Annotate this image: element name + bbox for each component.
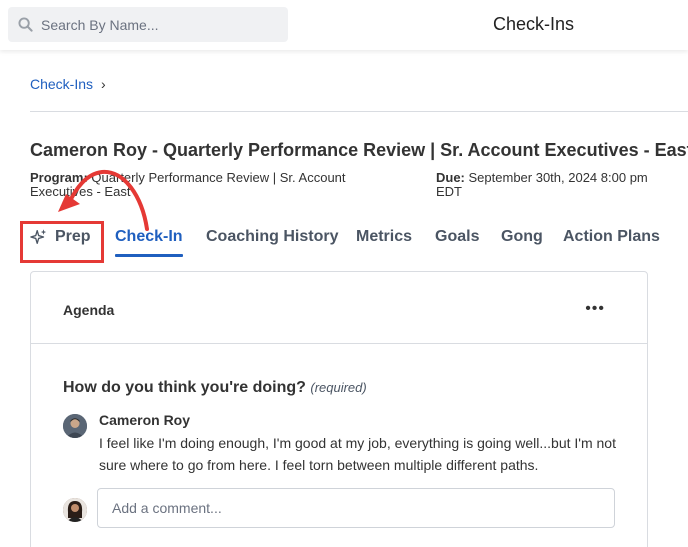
breadcrumb-link-check-ins[interactable]: Check-Ins (30, 76, 93, 92)
program-info: Program: Quarterly Performance Review | … (30, 171, 400, 199)
current-user-avatar (63, 498, 87, 522)
tab-gong[interactable]: Gong (501, 228, 543, 246)
header-divider (30, 111, 688, 112)
agenda-card: Agenda ••• How do you think you're doing… (30, 271, 648, 547)
due-value: September 30th, 2024 8:00 pm EDT (436, 170, 648, 199)
breadcrumb-separator: › (101, 76, 106, 92)
breadcrumb: Check-Ins › (30, 76, 106, 92)
tab-action-plans[interactable]: Action Plans (563, 228, 660, 246)
comment-author: Cameron Roy (99, 412, 191, 428)
comment-text: I feel like I'm doing enough, I'm good a… (99, 435, 616, 473)
annotation-highlight-box (20, 221, 104, 263)
top-bar: Check-Ins (0, 0, 688, 50)
search-input[interactable] (41, 16, 271, 33)
comment-input[interactable] (97, 488, 615, 528)
program-label: Program: (30, 170, 88, 185)
due-label: Due: (436, 170, 465, 185)
avatar-person-icon (63, 498, 87, 522)
avatar-person-icon (63, 414, 87, 438)
search-icon (18, 17, 33, 32)
required-label: (required) (310, 380, 367, 395)
more-options-icon[interactable]: ••• (585, 300, 605, 318)
agenda-question: How do you think you're doing? (required… (63, 379, 367, 397)
agenda-card-header: Agenda ••• (31, 272, 647, 344)
tab-goals[interactable]: Goals (435, 228, 479, 246)
tab-metrics[interactable]: Metrics (356, 228, 412, 246)
tab-coaching-history[interactable]: Coaching History (206, 228, 338, 246)
avatar (63, 414, 87, 438)
tab-check-in[interactable]: Check-In (115, 228, 183, 257)
due-info: Due: September 30th, 2024 8:00 pm EDT (436, 171, 666, 199)
search-box[interactable] (8, 7, 288, 42)
checkin-title: Cameron Roy - Quarterly Performance Revi… (30, 140, 688, 160)
page-title: Check-Ins (493, 14, 575, 34)
agenda-title: Agenda (63, 302, 115, 318)
question-text: How do you think you're doing? (63, 379, 306, 396)
